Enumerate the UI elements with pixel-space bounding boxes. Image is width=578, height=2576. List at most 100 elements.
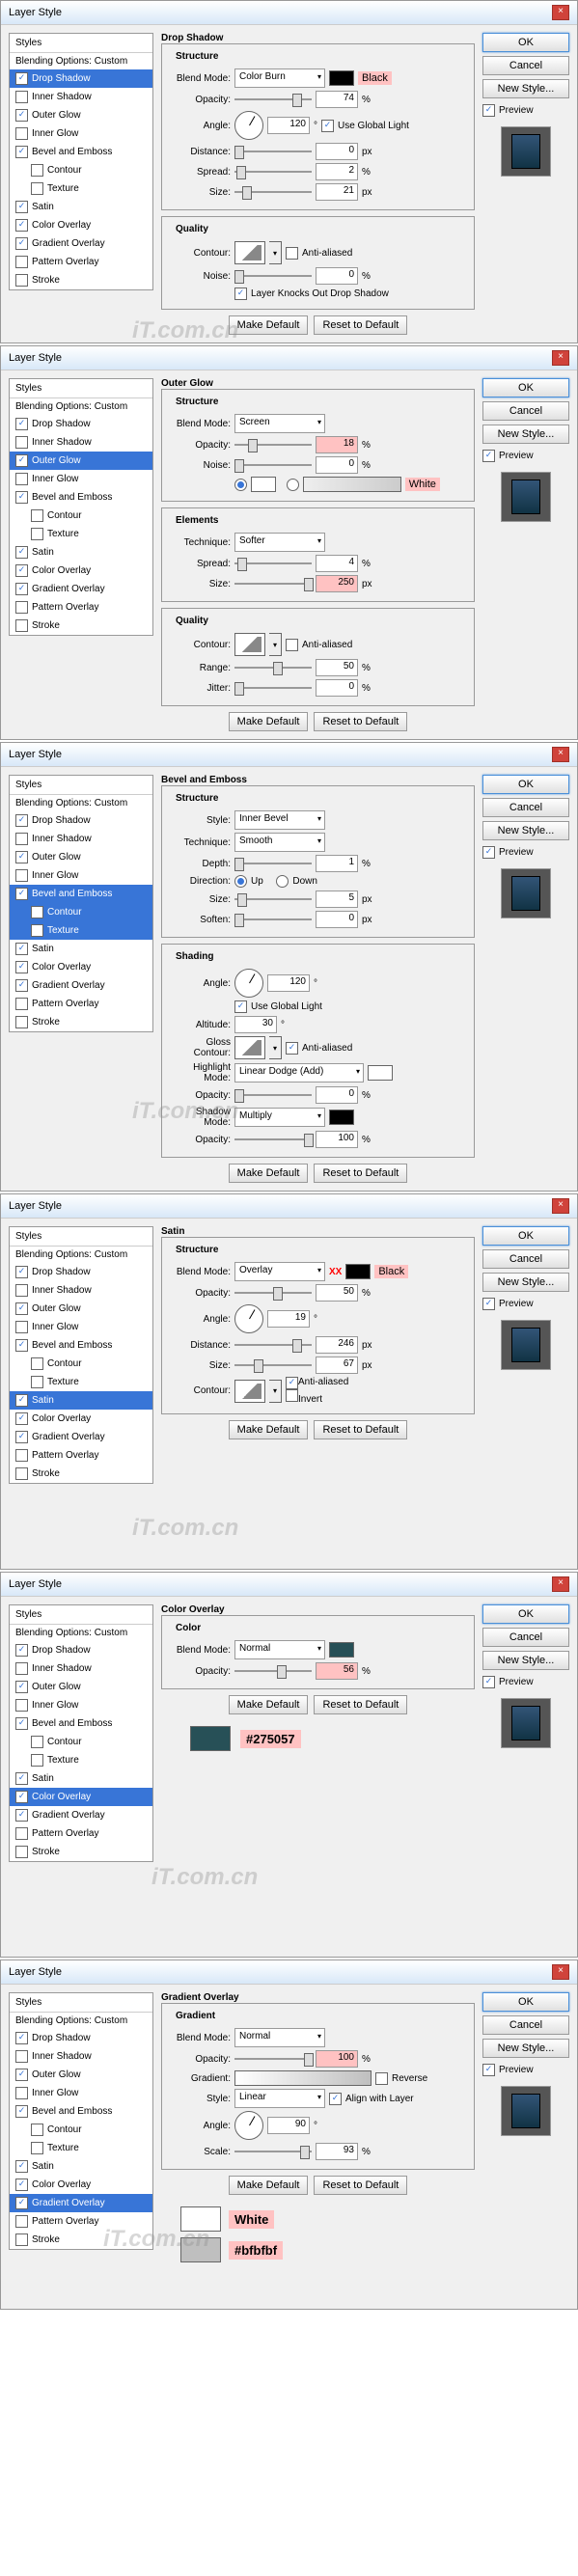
depth-input[interactable]: 1 — [316, 855, 358, 872]
size-input[interactable]: 67 — [316, 1357, 358, 1374]
blend-mode-select[interactable]: Color Burn — [234, 69, 325, 88]
style-texture[interactable]: Texture — [10, 1373, 152, 1391]
reset-default-button[interactable]: Reset to Default — [314, 315, 407, 335]
distance-input[interactable]: 0 — [316, 143, 358, 160]
style-drop-shadow[interactable]: Drop Shadow — [10, 69, 152, 88]
noise-slider[interactable] — [234, 270, 312, 282]
opacity-input[interactable]: 56 — [316, 1662, 358, 1680]
ok-button[interactable]: OK — [482, 1226, 569, 1246]
preview-check[interactable] — [482, 104, 495, 117]
style-contour[interactable]: Contour — [10, 903, 152, 921]
ok-button[interactable]: OK — [482, 33, 569, 52]
style-contour[interactable]: Contour — [10, 507, 152, 525]
style-bevel[interactable]: Bevel and Emboss — [10, 143, 152, 161]
distance-slider[interactable] — [234, 1339, 312, 1351]
style-color-overlay[interactable]: Color Overlay — [10, 1788, 152, 1806]
style-inner-shadow[interactable]: Inner Shadow — [10, 88, 152, 106]
contour-picker[interactable] — [234, 1380, 265, 1403]
size-input[interactable]: 21 — [316, 183, 358, 201]
angle-input[interactable]: 19 — [267, 1310, 310, 1328]
spread-slider[interactable] — [234, 558, 312, 569]
blending-options[interactable]: Blending Options: Custom — [10, 2013, 152, 2029]
highlight-opacity-input[interactable]: 0 — [316, 1086, 358, 1104]
global-light-check[interactable] — [321, 120, 334, 132]
opacity-slider[interactable] — [234, 1665, 312, 1677]
spread-input[interactable]: 4 — [316, 555, 358, 572]
style-inner-glow[interactable]: Inner Glow — [10, 1318, 152, 1336]
make-default-button[interactable]: Make Default — [229, 1164, 309, 1183]
contour-dropdown[interactable]: ▾ — [269, 241, 282, 264]
cancel-button[interactable]: Cancel — [482, 56, 569, 75]
anti-alias-check[interactable] — [286, 1042, 298, 1055]
new-style-button[interactable]: New Style... — [482, 425, 569, 444]
style-inner-shadow[interactable]: Inner Shadow — [10, 830, 152, 848]
highlight-opacity-slider[interactable] — [234, 1089, 312, 1101]
style-gradient-overlay[interactable]: Gradient Overlay — [10, 1806, 152, 1824]
angle-dial[interactable] — [234, 1304, 263, 1333]
noise-input[interactable]: 0 — [316, 267, 358, 285]
style-gradient-overlay[interactable]: Gradient Overlay — [10, 1428, 152, 1446]
style-bevel[interactable]: Bevel and Emboss — [10, 1336, 152, 1355]
style-color-overlay[interactable]: Color Overlay — [10, 562, 152, 580]
style-drop-shadow[interactable]: Drop Shadow — [10, 1263, 152, 1281]
shadow-swatch[interactable] — [329, 1110, 354, 1125]
style-outer-glow[interactable]: Outer Glow — [10, 106, 152, 124]
style-satin[interactable]: Satin — [10, 1391, 152, 1410]
make-default-button[interactable]: Make Default — [229, 712, 309, 731]
blending-options[interactable]: Blending Options: Custom — [10, 53, 152, 69]
reset-default-button[interactable]: Reset to Default — [314, 1695, 407, 1714]
reset-default-button[interactable]: Reset to Default — [314, 1420, 407, 1439]
cancel-button[interactable]: Cancel — [482, 1628, 569, 1647]
new-style-button[interactable]: New Style... — [482, 821, 569, 840]
opacity-input[interactable]: 18 — [316, 436, 358, 453]
technique-select[interactable]: Softer — [234, 533, 325, 552]
style-color-overlay[interactable]: Color Overlay — [10, 2176, 152, 2194]
color-swatch[interactable] — [329, 1642, 354, 1658]
close-icon[interactable]: × — [552, 747, 569, 762]
style-bevel[interactable]: Bevel and Emboss — [10, 885, 152, 903]
opacity-slider[interactable] — [234, 94, 312, 105]
close-icon[interactable]: × — [552, 1964, 569, 1980]
new-style-button[interactable]: New Style... — [482, 79, 569, 98]
style-stroke[interactable]: Stroke — [10, 2231, 152, 2249]
style-texture[interactable]: Texture — [10, 179, 152, 198]
soften-input[interactable]: 0 — [316, 911, 358, 928]
gradient-style-select[interactable]: Linear — [234, 2089, 325, 2108]
blend-mode-select[interactable]: Screen — [234, 414, 325, 433]
cancel-button[interactable]: Cancel — [482, 401, 569, 421]
style-stroke[interactable]: Stroke — [10, 617, 152, 635]
gradient-bar[interactable] — [303, 477, 401, 492]
noise-input[interactable]: 0 — [316, 456, 358, 474]
shadow-mode-select[interactable]: Multiply — [234, 1108, 325, 1127]
style-bevel[interactable]: Bevel and Emboss — [10, 488, 152, 507]
soften-slider[interactable] — [234, 914, 312, 925]
opacity-input[interactable]: 100 — [316, 2050, 358, 2068]
style-pattern-overlay[interactable]: Pattern Overlay — [10, 598, 152, 617]
style-contour[interactable]: Contour — [10, 1733, 152, 1751]
altitude-input[interactable]: 30 — [234, 1016, 277, 1033]
style-color-overlay[interactable]: Color Overlay — [10, 216, 152, 234]
style-stroke[interactable]: Stroke — [10, 1465, 152, 1483]
style-bevel[interactable]: Bevel and Emboss — [10, 1714, 152, 1733]
new-style-button[interactable]: New Style... — [482, 2039, 569, 2058]
size-slider[interactable] — [234, 893, 312, 905]
down-radio[interactable] — [276, 875, 289, 888]
anti-alias-check[interactable] — [286, 247, 298, 260]
style-gradient-overlay[interactable]: Gradient Overlay — [10, 580, 152, 598]
style-contour[interactable]: Contour — [10, 2121, 152, 2139]
distance-input[interactable]: 246 — [316, 1336, 358, 1354]
size-slider[interactable] — [234, 186, 312, 198]
make-default-button[interactable]: Make Default — [229, 315, 309, 335]
style-inner-glow[interactable]: Inner Glow — [10, 866, 152, 885]
knockout-check[interactable] — [234, 288, 247, 300]
style-inner-shadow[interactable]: Inner Shadow — [10, 1659, 152, 1678]
style-gradient-overlay[interactable]: Gradient Overlay — [10, 2194, 152, 2212]
align-check[interactable] — [329, 2093, 342, 2105]
style-drop-shadow[interactable]: Drop Shadow — [10, 415, 152, 433]
close-icon[interactable]: × — [552, 1576, 569, 1592]
angle-input[interactable]: 90 — [267, 2117, 310, 2134]
spread-slider[interactable] — [234, 166, 312, 178]
blending-options[interactable]: Blending Options: Custom — [10, 795, 152, 811]
blending-options[interactable]: Blending Options: Custom — [10, 1247, 152, 1263]
ok-button[interactable]: OK — [482, 775, 569, 794]
